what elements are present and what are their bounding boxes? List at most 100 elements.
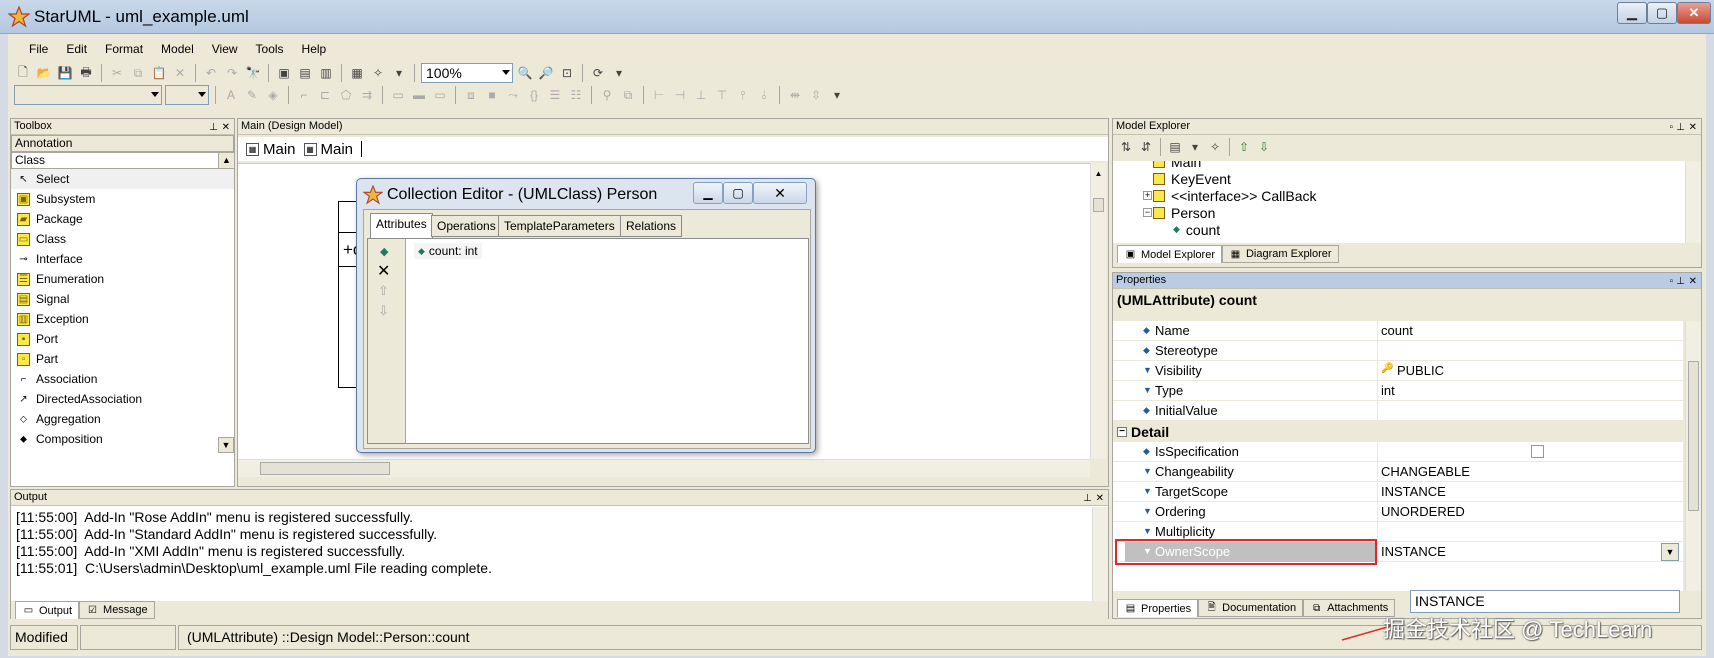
diagram-vertical-scrollbar[interactable]: ▲ [1090,163,1106,459]
wand-icon[interactable]: ✧ [1206,138,1224,156]
dropdown-arrow-icon[interactable]: ▾ [390,64,408,82]
zoom-combo[interactable]: 100% [421,63,513,83]
maximize-panel-icon[interactable]: ▫ [1669,120,1673,135]
isspecification-checkbox[interactable] [1531,445,1544,458]
toolbox-item[interactable]: ☰ Enumeration [11,269,234,289]
maximize-panel-icon[interactable]: ▫ [1669,274,1673,289]
dropdown-arrow-icon[interactable]: ▾ [1186,138,1204,156]
scroll-up-arrow-icon[interactable]: ▲ [1091,169,1106,178]
add-element-icon[interactable]: ▤ [1166,138,1184,156]
open-folder-icon[interactable]: 📂 [35,64,53,82]
tree-node[interactable]: + <<interface>> CallBack [1143,187,1317,204]
fill-color-icon[interactable]: ◈ [264,86,282,104]
tree-node[interactable]: ◆ count [1173,221,1220,238]
pin-icon[interactable]: ⊥ [1676,120,1685,135]
diagram-tool-icon[interactable]: ▣ [275,64,293,82]
suppress-2-icon[interactable]: ▬ [410,86,428,104]
list-icon[interactable]: ☰ [546,86,564,104]
suppress-icon[interactable]: ▭ [389,86,407,104]
toolbox-item[interactable]: ⊸ Interface [11,249,234,269]
toolbox-item[interactable]: ↗ DirectedAssociation [11,389,234,409]
move-up-icon[interactable]: ⇧ [378,283,389,299]
property-row-targetscope[interactable]: ▼ TargetScope INSTANCE [1113,482,1683,502]
undo-icon[interactable]: ↶ [202,64,220,82]
collapse-icon[interactable]: − [1143,208,1152,217]
zoom-out-icon[interactable]: 🔎 [537,64,555,82]
menu-help[interactable]: Help [295,42,334,56]
shape-icon[interactable]: ⬠ [337,86,355,104]
move-down-icon[interactable]: ⇩ [378,303,389,319]
align-top-icon[interactable]: ⊤ [713,86,731,104]
scroll-thumb[interactable] [1093,198,1104,212]
dialog-tab-attributes[interactable]: Attributes [370,213,433,238]
font-color-icon[interactable]: A [222,86,240,104]
property-value[interactable]: INSTANCE [1381,544,1446,559]
close-icon[interactable]: ✕ [222,120,230,135]
list-2-icon[interactable]: ☷ [567,86,585,104]
property-row-stereotype[interactable]: ◆ Stereotype [1113,341,1683,361]
tab-documentation[interactable]: 🗎 Documentation [1198,599,1304,617]
toolbox-item[interactable]: ▭ Class [11,229,234,249]
toolbox-item[interactable]: ▣ Subsystem [11,189,234,209]
tab-properties[interactable]: ▤ Properties [1117,599,1199,617]
move-up-icon[interactable]: ⇧ [1235,138,1253,156]
property-value[interactable]: count [1381,323,1413,338]
property-value[interactable]: int [1381,383,1395,398]
move-down-icon[interactable]: ⇩ [1255,138,1273,156]
redo-icon[interactable]: ↷ [223,64,241,82]
toolbox-category-annotation[interactable]: Annotation [11,135,234,152]
zoom-in-icon[interactable]: 🔍 [516,64,534,82]
align-center-icon[interactable]: ⊣ [671,86,689,104]
group-icon[interactable]: ⧉ [619,86,637,104]
line-style-2-icon[interactable]: ⊏ [316,86,334,104]
print-icon[interactable]: 🖶 [77,64,95,82]
toolbox-item[interactable]: ⬦ Aggregation [11,409,234,429]
tab-model-explorer[interactable]: ▣ Model Explorer [1117,245,1222,263]
diagram-tab-main[interactable]: ▦ Main [246,141,296,158]
property-value[interactable]: PUBLIC [1397,363,1444,378]
copy-icon[interactable]: ⧉ [129,64,147,82]
align-right-icon[interactable]: ⊥ [692,86,710,104]
arrange-icon[interactable]: ⇉ [358,86,376,104]
suppress-3-icon[interactable]: ▭ [431,86,449,104]
diagram-horizontal-scrollbar[interactable] [238,459,1090,477]
window-title-bar[interactable] [0,0,1714,34]
align-middle-icon[interactable]: ⫯ [734,86,752,104]
property-row-changeability[interactable]: ▼ Changeability CHANGEABLE [1113,462,1683,482]
dialog-close-button[interactable]: ✕ [753,182,807,204]
diagram-tab-main-2[interactable]: ▦ Main [303,141,353,158]
delete-attribute-icon[interactable]: ✕ [377,261,390,281]
menu-view[interactable]: View [205,42,245,56]
toolbox-item[interactable]: ⬥ Composition [11,429,234,449]
layout-icon[interactable]: ▦ [348,64,366,82]
close-icon[interactable]: ✕ [1689,120,1697,135]
wand-icon[interactable]: ✧ [369,64,387,82]
send-back-icon[interactable]: ■ [483,86,501,104]
toolbox-item[interactable]: ↖ Select [11,169,234,189]
pin-icon[interactable]: ⊥ [1083,491,1092,506]
tree-node[interactable]: KeyEvent [1153,170,1231,187]
toolbox-item[interactable]: ▪ Port [11,329,234,349]
pin-icon[interactable]: ⊥ [209,120,218,135]
delete-icon[interactable]: ✕ [171,64,189,82]
property-row-isspecification[interactable]: ◆ IsSpecification [1113,442,1683,462]
dialog-maximize-button[interactable]: ▢ [723,182,753,204]
property-row-ordering[interactable]: ▼ Ordering UNORDERED [1113,502,1683,522]
align-left-icon[interactable]: ⊢ [650,86,668,104]
add-attribute-icon[interactable]: ◆ [380,245,388,258]
tab-diagram-explorer[interactable]: ▦ Diagram Explorer [1221,245,1339,263]
dropdown-arrow-icon[interactable]: ▾ [828,86,846,104]
scroll-up-arrow-icon[interactable]: ▲ [218,153,234,168]
dialog-tab-operations[interactable]: Operations [431,215,502,237]
minimize-button[interactable]: ▁ [1617,2,1647,24]
explorer-vertical-scrollbar[interactable] [1685,161,1701,243]
attribute-list-item[interactable]: ◆ count: int [414,243,482,259]
tree-icon[interactable]: ⚲ [598,86,616,104]
menu-edit[interactable]: Edit [59,42,94,56]
scroll-thumb[interactable] [260,462,390,475]
menu-tools[interactable]: Tools [249,42,291,56]
toolbox-item[interactable]: ⌐ Association [11,369,234,389]
sort-ascending-icon[interactable]: ⇅ [1117,138,1135,156]
dropdown-option-instance[interactable]: INSTANCE [1415,593,1485,609]
property-row-type[interactable]: ▼ Type int [1113,381,1683,401]
